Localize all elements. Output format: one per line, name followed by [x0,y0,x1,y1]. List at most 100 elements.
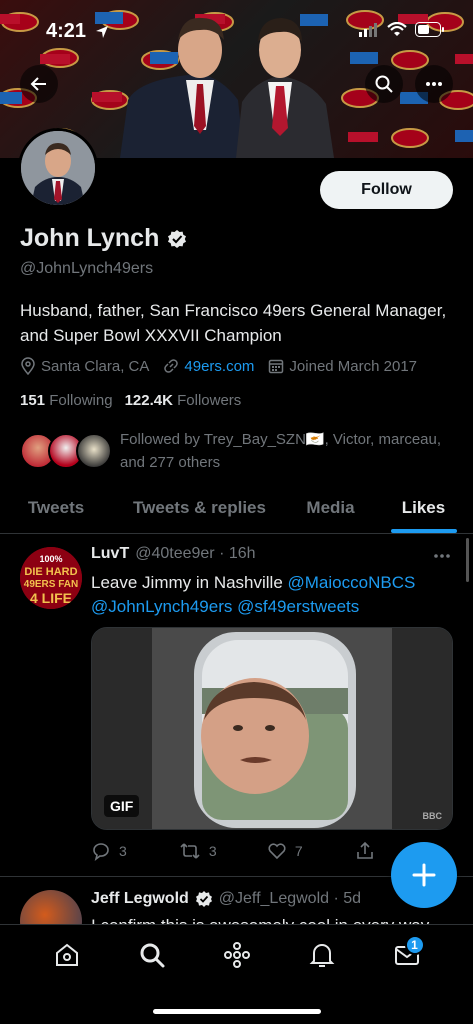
retweet-button[interactable]: 3 [179,841,267,861]
bell-icon [309,944,334,967]
tweet-text: Leave Jimmy in Nashville @MaioccoNBCS @J… [91,571,451,619]
location-arrow-icon [96,26,108,38]
reply-icon [93,843,109,861]
nav-home[interactable] [47,935,87,975]
tweet[interactable]: 100% DIE HARD 49ERS FAN 4 LIFE LuvT @40t… [0,535,473,877]
location: Santa Clara, CA [20,357,149,375]
follower-avatar [76,433,112,469]
profile-tabs: Tweets Tweets & replies Media Likes [0,482,473,534]
messages-badge: 1 [404,935,425,955]
like-button[interactable]: 7 [267,841,355,861]
back-arrow-icon [30,77,46,91]
followers-label: Followers [177,392,242,409]
followers-count: 122.4K [124,392,173,409]
reply-button[interactable]: 3 [91,841,179,861]
mention-link[interactable]: @sf49erstweets [237,597,359,616]
verified-badge-icon [195,891,212,907]
profile-name: John Lynch [20,224,160,252]
tweet-text-plain: Leave Jimmy in Nashville [91,573,288,592]
back-button[interactable] [20,65,58,103]
join-date-text: Joined March 2017 [289,357,418,375]
tweet-header: LuvT @40tee9er · 16h [91,545,256,563]
heart-icon [268,843,286,860]
plus-icon [412,863,436,887]
tweet-author-avatar[interactable] [20,890,82,924]
scrollbar[interactable] [466,538,469,582]
search-profile-button[interactable] [365,65,403,103]
follow-counts: 151 Following 122.4K Followers [20,392,241,409]
join-date: Joined March 2017 [268,358,417,375]
tweet-author-avatar[interactable]: 100% DIE HARD 49ERS FAN 4 LIFE [20,547,82,609]
nav-search[interactable] [132,935,172,975]
bbc-watermark: BBC [422,811,443,821]
tweet-more-button[interactable] [433,543,451,564]
profile-handle: @JohnLynch49ers [20,260,154,277]
nav-spaces[interactable] [217,935,257,975]
profile-avatar-image [21,131,95,205]
tab-tweets-replies[interactable]: Tweets & replies [112,482,287,533]
location-pin-icon [21,357,35,375]
battery-icon [415,22,444,37]
status-time: 4:21 [46,20,87,42]
following-count: 151 [20,392,46,409]
follower-avatars [20,431,112,471]
home-indicator[interactable] [152,1009,321,1014]
nav-messages[interactable]: 1 [387,935,427,975]
nav-notifications[interactable] [302,935,342,975]
profile-name-row: John Lynch [20,224,187,253]
tweet-text: I confirm this is awesomely cool in ever… [91,916,429,924]
location-text: Santa Clara, CA [41,357,150,375]
wifi-icon [387,22,407,36]
following-count-link[interactable]: 151 Following [20,392,113,409]
followers-you-know[interactable]: Followed by Trey_Bay_SZN🇨🇾, Victor, marc… [20,428,460,474]
more-options-button[interactable] [415,65,453,103]
search-icon [375,75,393,93]
reply-count: 3 [119,843,127,859]
gif-badge: GIF [104,795,140,817]
home-icon [55,943,78,966]
mention-link[interactable]: @JohnLynch49ers [91,597,232,616]
tweet-header: Jeff Legwold @Jeff_Legwold · 5d [91,890,361,908]
tab-tweets[interactable]: Tweets [0,482,112,533]
like-count: 7 [294,843,303,859]
retweet-icon [180,843,200,859]
svg-text:100%: 100% [39,554,62,564]
cellular-signal-icon [359,22,377,37]
follow-button[interactable]: Follow [320,171,453,209]
svg-text:49ERS FAN: 49ERS FAN [24,579,78,590]
gif-frame-image [92,628,452,829]
svg-text:DIE HARD: DIE HARD [24,566,77,578]
tab-likes[interactable]: Likes [374,482,473,533]
spaces-icon [223,942,250,968]
more-dots-icon [434,554,450,558]
tweet-author-name[interactable]: LuvT [91,545,129,563]
website[interactable]: 49ers.com [163,358,254,375]
search-icon [140,943,164,968]
tab-media[interactable]: Media [287,482,374,533]
website-link[interactable]: 49ers.com [184,358,254,375]
followed-by-text: Followed by Trey_Bay_SZN🇨🇾, Victor, marc… [120,431,442,471]
bottom-navigation: 1 [0,924,473,1024]
share-button[interactable] [355,841,391,861]
tweet-author-name[interactable]: Jeff Legwold [91,890,189,908]
profile-meta: Santa Clara, CA 49ers.com Joined March 2… [20,357,417,375]
tweet-handle-time: @40tee9er · 16h [135,545,256,562]
die-hard-fan-avatar-image: 100% DIE HARD 49ERS FAN 4 LIFE [20,547,82,609]
tweet-actions: 3 3 7 [91,841,391,861]
share-icon [356,841,373,859]
following-label: Following [49,392,113,409]
mention-link[interactable]: @MaioccoNBCS [288,573,416,592]
followers-count-link[interactable]: 122.4K Followers [125,392,242,409]
more-dots-icon [426,82,442,86]
tweet-gif-media[interactable]: GIF BBC [91,627,453,830]
svg-text:4 LIFE: 4 LIFE [30,590,72,606]
compose-tweet-button[interactable] [391,842,457,908]
profile-avatar[interactable] [18,128,98,208]
status-bar: 4:21 [0,0,473,56]
verified-badge-icon[interactable] [167,229,187,249]
profile-bio: Husband, father, San Francisco 49ers Gen… [20,301,447,345]
calendar-icon [269,359,284,374]
tweet-handle-time: @Jeff_Legwold · 5d [218,890,362,907]
link-icon [164,359,179,373]
retweet-count: 3 [208,843,217,859]
